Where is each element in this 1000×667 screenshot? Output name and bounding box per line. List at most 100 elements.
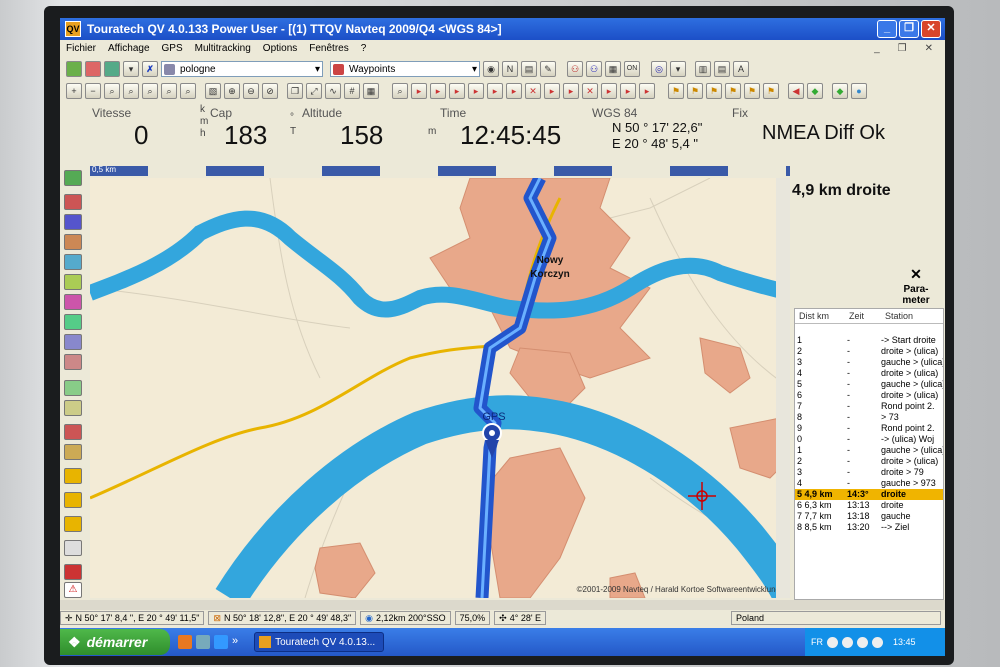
gps-download-icon[interactable] xyxy=(64,274,82,290)
gps-connect-icon[interactable] xyxy=(64,170,82,186)
flag-delete-icon[interactable]: ⚑ xyxy=(744,83,760,99)
list-item[interactable]: 1 - gauche > (ulica) xyxy=(795,445,943,456)
pencil-icon[interactable]: ✎ xyxy=(540,61,556,77)
gps-stop-icon[interactable] xyxy=(64,424,82,440)
language-indicator[interactable]: FR xyxy=(811,637,823,647)
measure-icon[interactable]: ⤢ xyxy=(306,83,322,99)
list-item[interactable] xyxy=(795,324,943,335)
remove-point-icon[interactable]: ⊖ xyxy=(243,83,259,99)
zoom-area-icon[interactable]: ⌕ xyxy=(123,83,139,99)
taskbar-item-touratech[interactable]: Touratech QV 4.0.13... xyxy=(254,632,385,652)
overflow-chevron-icon[interactable]: » xyxy=(232,635,238,649)
map-view[interactable]: GPS Nowy Korczyn ©2001-2009 Navteq / Har… xyxy=(90,178,790,598)
sync-icon[interactable]: ◆ xyxy=(832,83,848,99)
col-time[interactable]: Zeit xyxy=(845,309,881,323)
zoom-prev-icon[interactable]: ⌕ xyxy=(161,83,177,99)
on-off-icon[interactable]: ON xyxy=(624,61,640,77)
eye-icon[interactable]: ◉ xyxy=(483,61,499,77)
list-item[interactable]: 1 - -> Start droite xyxy=(795,335,943,346)
warning-icon[interactable]: ⚠ xyxy=(64,582,82,598)
book-icon[interactable]: ▥ xyxy=(695,61,711,77)
flag-icon[interactable]: ⚑ xyxy=(668,83,684,99)
list-item[interactable]: 5 4,9 km 14:3° droite xyxy=(795,489,943,500)
gps-north-icon[interactable] xyxy=(64,354,82,370)
map-vertical-scrollbar[interactable] xyxy=(776,178,790,598)
minimize-button[interactable]: _ xyxy=(877,20,897,38)
route-split-icon[interactable]: ▸ xyxy=(601,83,617,99)
media-player-icon[interactable] xyxy=(178,635,192,649)
binoculars-blue-icon[interactable]: ⚇ xyxy=(586,61,602,77)
gps-waypoint-icon[interactable] xyxy=(64,234,82,250)
table-icon[interactable]: ▦ xyxy=(363,83,379,99)
delete-x-icon[interactable]: ✗ xyxy=(142,61,158,77)
zoom-out-icon[interactable]: − xyxy=(85,83,101,99)
map-canvas[interactable]: GPS Nowy Korczyn ©2001-2009 Navteq / Har… xyxy=(90,178,790,598)
flag-move-icon[interactable]: ⚑ xyxy=(725,83,741,99)
zoom-tool-icon[interactable]: ⌕ xyxy=(104,83,120,99)
col-dist[interactable]: Dist km xyxy=(795,309,845,323)
list-item[interactable]: 3 - gauche > (ulica) xyxy=(795,357,943,368)
waypoint-move-icon[interactable]: ▸ xyxy=(449,83,465,99)
search-icon[interactable]: ⌕ xyxy=(392,83,408,99)
map-list-icon[interactable] xyxy=(104,61,120,77)
gps-center-icon[interactable] xyxy=(64,314,82,330)
list-item[interactable]: 6 6,3 km 13:13 droite xyxy=(795,500,943,511)
flag-list-icon[interactable]: ⚑ xyxy=(763,83,779,99)
list-item[interactable]: 4 - droite > (ulica) xyxy=(795,368,943,379)
list-item[interactable]: 9 - Rond point 2. xyxy=(795,423,943,434)
gps-log-icon[interactable] xyxy=(64,400,82,416)
list-item[interactable]: 0 - -> (ulica) Woj xyxy=(795,434,943,445)
list-item[interactable]: 2 - droite > (ulica) xyxy=(795,346,943,357)
grid-lines-icon[interactable]: # xyxy=(344,83,360,99)
gps-follow-icon[interactable] xyxy=(64,334,82,350)
zoom-in-icon[interactable]: + xyxy=(66,83,82,99)
tray-update-icon[interactable] xyxy=(872,636,883,648)
menu-gps[interactable]: GPS xyxy=(156,43,189,54)
tray-security-icon[interactable] xyxy=(857,636,868,648)
map-horizontal-scrollbar[interactable] xyxy=(60,600,945,610)
receive-icon[interactable]: ◆ xyxy=(807,83,823,99)
list-item[interactable]: 8 8,5 km 13:20 --> Ziel xyxy=(795,522,943,533)
list-item[interactable]: 5 - gauche > (ulica) xyxy=(795,379,943,390)
mdi-close-icon[interactable]: ✕ xyxy=(919,43,939,54)
menu-fenetres[interactable]: Fenêtres xyxy=(303,43,354,54)
mdi-minimize-icon[interactable]: _ xyxy=(868,43,886,54)
stack-icon[interactable]: ▤ xyxy=(714,61,730,77)
tray-volume-icon[interactable] xyxy=(842,636,853,648)
route-merge-icon[interactable]: ▸ xyxy=(639,83,655,99)
gps-route-icon[interactable] xyxy=(64,214,82,230)
map-layers-icon[interactable] xyxy=(85,61,101,77)
track-add-icon[interactable]: ▸ xyxy=(487,83,503,99)
menu-multitracking[interactable]: Multitracking xyxy=(189,43,257,54)
track-edit-icon[interactable]: ▸ xyxy=(506,83,522,99)
list-item[interactable]: 4 - gauche > 973 xyxy=(795,478,943,489)
text-n-icon[interactable]: N xyxy=(502,61,518,77)
waypoint-add-icon[interactable]: ▸ xyxy=(411,83,427,99)
start-button[interactable]: ❖ démarrer xyxy=(60,629,170,655)
open-map-icon[interactable] xyxy=(66,61,82,77)
route-reverse-icon[interactable]: ▸ xyxy=(620,83,636,99)
close-button[interactable]: ✕ xyxy=(921,20,941,38)
internet-explorer-icon[interactable] xyxy=(214,635,228,649)
send-icon[interactable]: ◀ xyxy=(788,83,804,99)
gps-target-icon[interactable]: ◎ xyxy=(651,61,667,77)
gps-upload-icon[interactable] xyxy=(64,254,82,270)
gps-info-icon[interactable] xyxy=(64,492,82,508)
gps-battery-icon[interactable] xyxy=(64,516,82,532)
globe-icon[interactable]: ● xyxy=(851,83,867,99)
gps-record-icon[interactable] xyxy=(64,468,82,484)
list-item[interactable]: 7 - Rond point 2. xyxy=(795,401,943,412)
menu-affichage[interactable]: Affichage xyxy=(102,43,156,54)
gps-signal-icon[interactable] xyxy=(64,540,82,556)
gps-heading-icon[interactable] xyxy=(64,380,82,396)
menu-fichier[interactable]: Fichier xyxy=(60,43,102,54)
tray-network-icon[interactable] xyxy=(827,636,838,648)
route-add-icon[interactable]: ▸ xyxy=(544,83,560,99)
desktop-icon[interactable] xyxy=(196,635,210,649)
route-icon[interactable]: ⊘ xyxy=(262,83,278,99)
flag-edit-icon[interactable]: ⚑ xyxy=(706,83,722,99)
zoom-fit-icon[interactable]: ⌕ xyxy=(142,83,158,99)
gps-pause-icon[interactable] xyxy=(64,444,82,460)
waypoint-delete-icon[interactable]: ▸ xyxy=(468,83,484,99)
zoom-next-icon[interactable]: ⌕ xyxy=(180,83,196,99)
